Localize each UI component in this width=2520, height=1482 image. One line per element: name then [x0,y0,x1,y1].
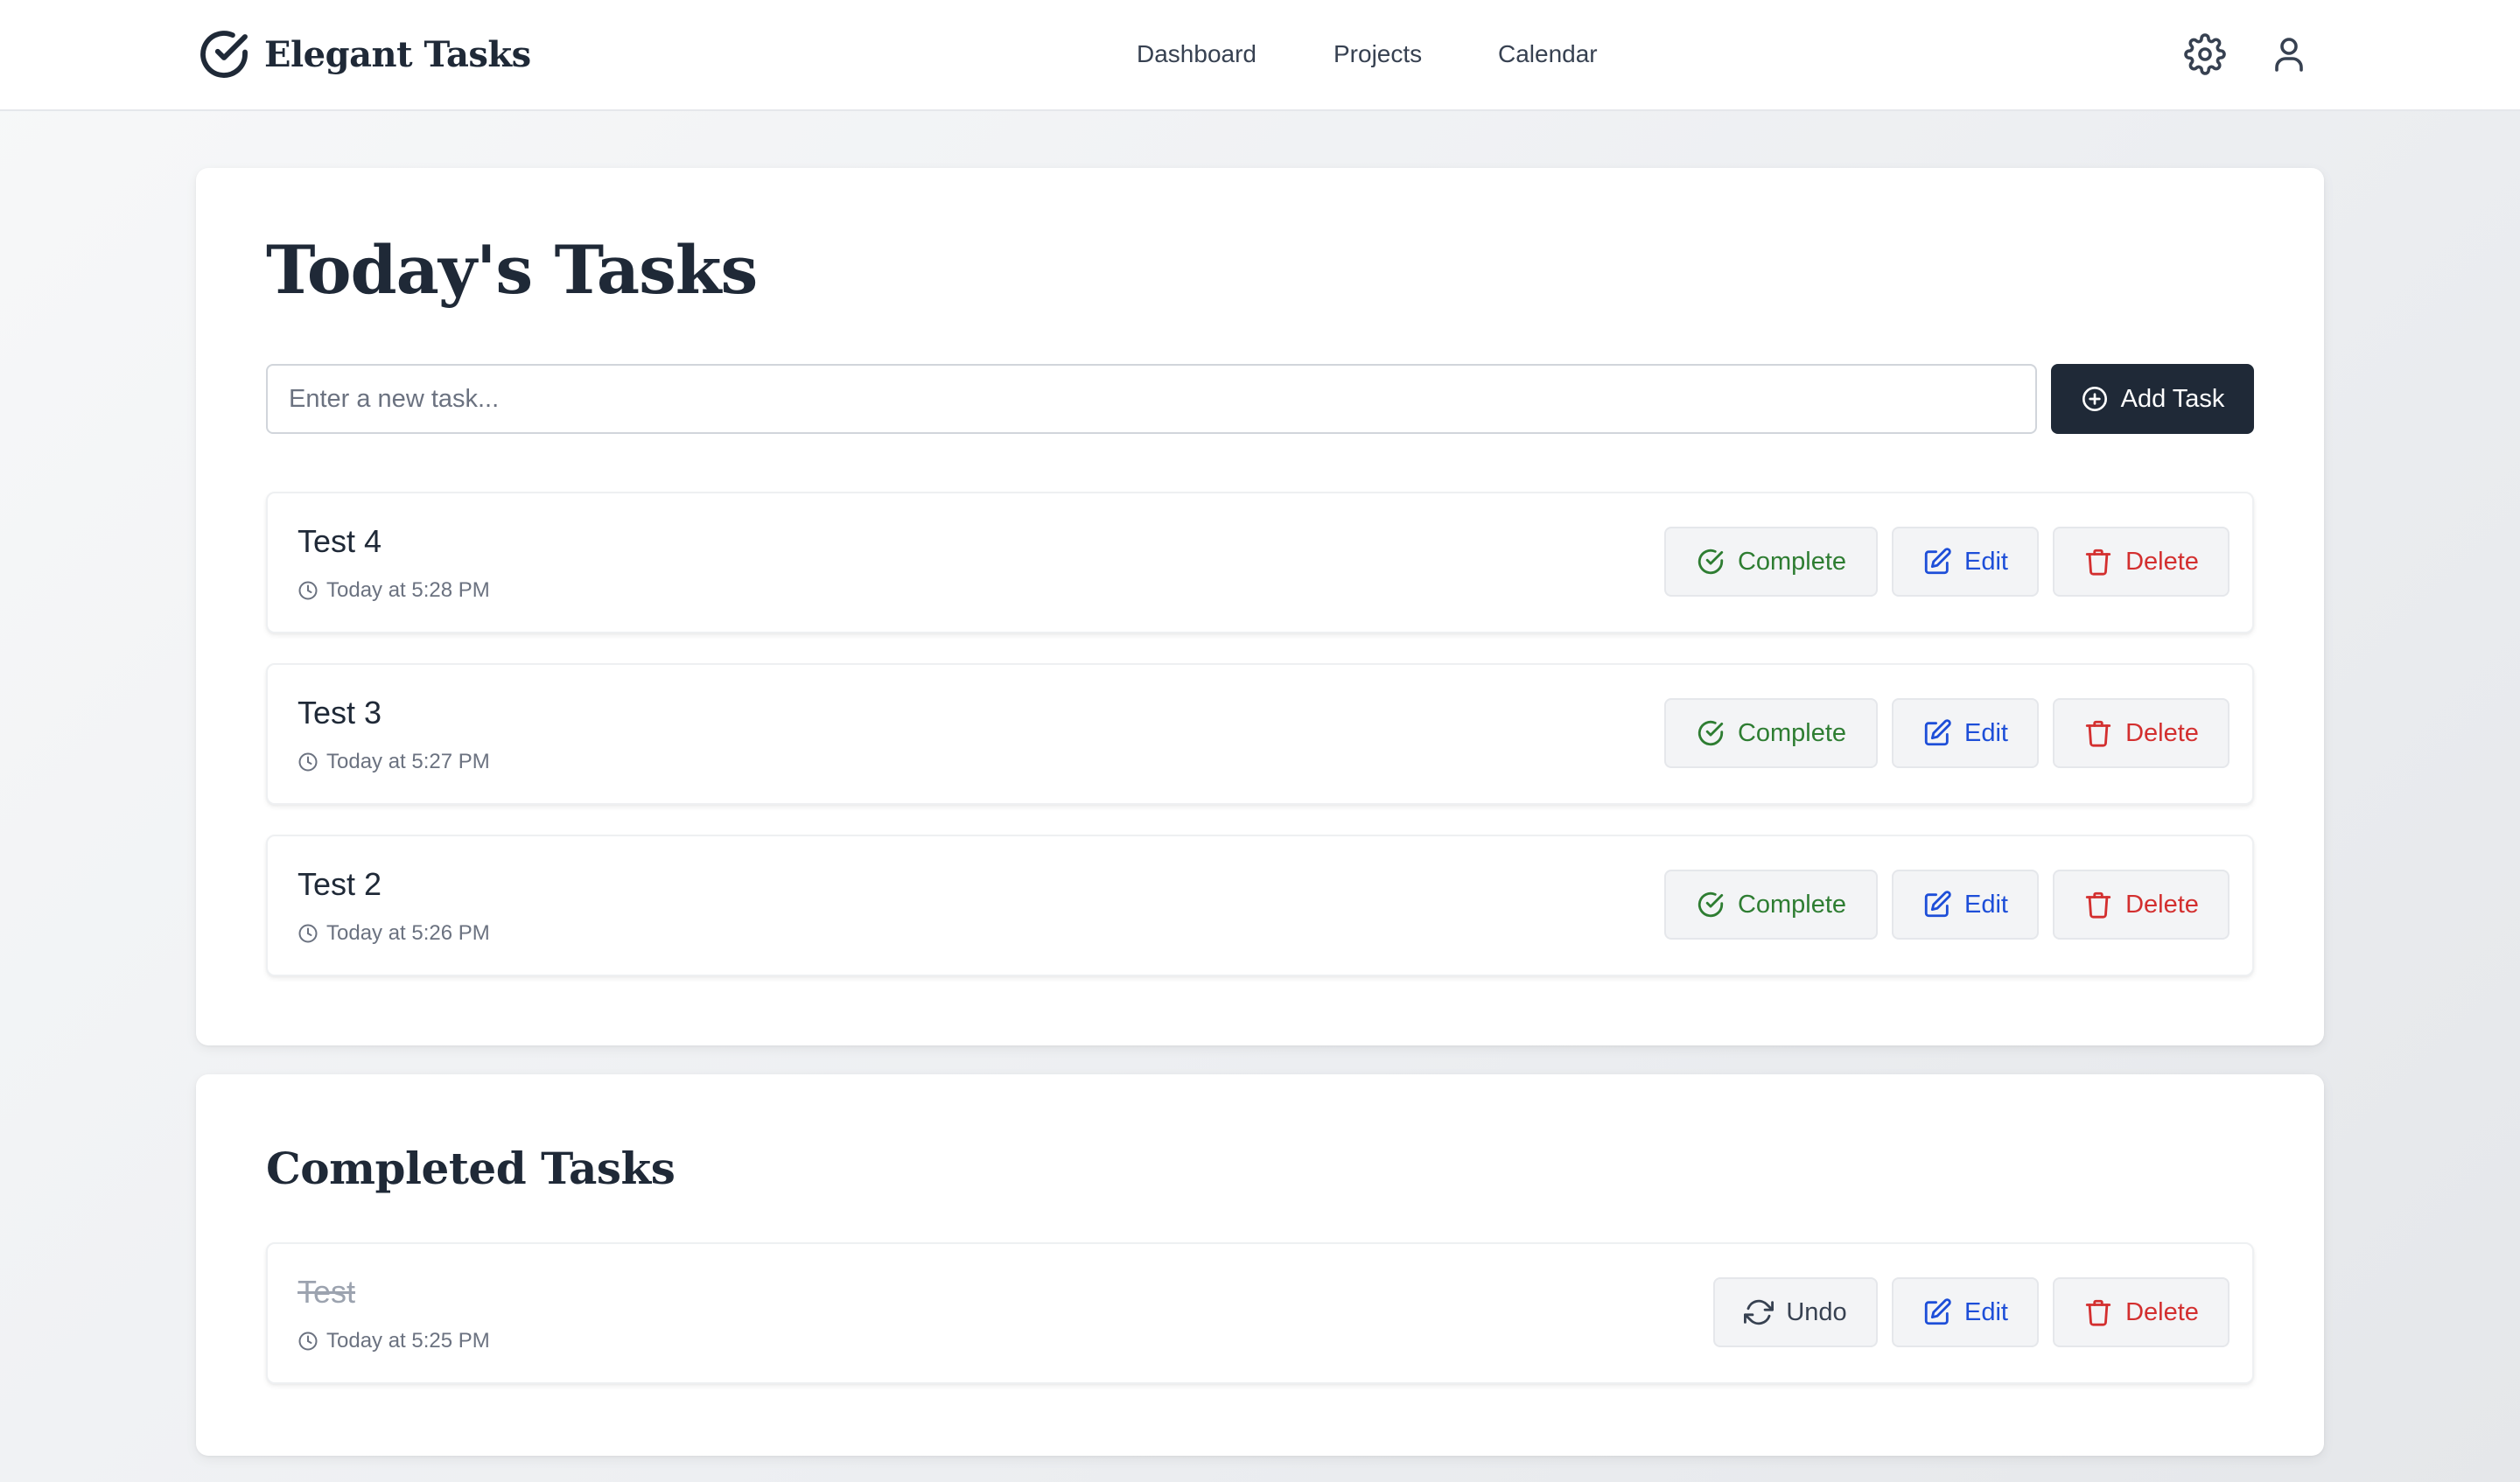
complete-button[interactable]: Complete [1664,698,1878,768]
add-task-button[interactable]: Add Task [2051,364,2254,434]
completed-tasks-card: Completed Tasks Test Today at 5:25 PM Un… [196,1074,2324,1456]
todays-tasks-card: Today's Tasks Add Task Test 4 Today at 5… [196,168,2324,1045]
delete-button[interactable]: Delete [2053,698,2230,768]
complete-label: Complete [1737,547,1847,576]
top-header: Elegant Tasks Dashboard Projects Calenda… [0,0,2520,111]
task-item: Test 3 Today at 5:27 PM Complete Edit De… [266,663,2254,805]
plus-circle-icon [2082,387,2107,411]
refresh-icon [1744,1299,1774,1325]
task-time-text: Today at 5:25 PM [326,1329,490,1353]
edit-button[interactable]: Edit [1892,527,2039,597]
nav-projects[interactable]: Projects [1334,35,1422,73]
check-circle-icon [1698,549,1724,575]
check-circle-icon [1698,891,1724,918]
delete-label: Delete [2125,718,2199,747]
edit-icon [1924,548,1951,575]
clock-icon [298,752,318,772]
edit-button[interactable]: Edit [1892,870,2039,940]
check-circle-icon [1698,720,1724,746]
completed-task-item: Test Today at 5:25 PM Undo Edit Delete [266,1242,2254,1384]
nav-calendar[interactable]: Calendar [1498,35,1598,73]
nav-dashboard[interactable]: Dashboard [1137,35,1256,73]
task-timestamp: Today at 5:28 PM [298,577,490,604]
clock-icon [298,581,318,600]
task-title: Test [298,1274,356,1310]
task-title: Test 2 [298,866,382,902]
delete-label: Delete [2125,1297,2199,1326]
edit-label: Edit [1964,890,2008,919]
task-timestamp: Today at 5:27 PM [298,749,490,775]
trash-icon [2085,1299,2111,1326]
task-time-text: Today at 5:27 PM [326,750,490,773]
trash-icon [2085,891,2111,919]
complete-label: Complete [1737,890,1847,919]
user-icon [2275,38,2303,72]
trash-icon [2085,720,2111,747]
edit-icon [1924,891,1951,918]
complete-button[interactable]: Complete [1664,527,1878,597]
task-timestamp: Today at 5:25 PM [298,1328,490,1354]
complete-button[interactable]: Complete [1664,870,1878,940]
undo-button[interactable]: Undo [1713,1277,1878,1347]
undo-label: Undo [1786,1297,1847,1326]
edit-button[interactable]: Edit [1892,1277,2039,1347]
clock-icon [298,924,318,943]
task-title: Test 4 [298,523,382,559]
complete-label: Complete [1737,718,1847,747]
gear-icon [2184,33,2226,75]
completed-section-title: Completed Tasks [266,1143,676,1194]
delete-button[interactable]: Delete [2053,870,2230,940]
delete-label: Delete [2125,547,2199,576]
settings-button[interactable] [2184,33,2226,75]
main-nav: Dashboard Projects Calendar [0,35,2520,73]
clock-icon [298,1332,318,1351]
delete-label: Delete [2125,890,2199,919]
trash-icon [2085,549,2111,576]
page-title: Today's Tasks [266,231,758,309]
edit-label: Edit [1964,718,2008,747]
delete-button[interactable]: Delete [2053,527,2230,597]
edit-label: Edit [1964,1297,2008,1326]
edit-label: Edit [1964,547,2008,576]
edit-icon [1924,1298,1951,1325]
task-title: Test 3 [298,695,382,731]
add-task-label: Add Task [2120,384,2225,413]
task-item: Test 2 Today at 5:26 PM Complete Edit De… [266,835,2254,976]
task-time-text: Today at 5:26 PM [326,921,490,945]
task-item: Test 4 Today at 5:28 PM Complete Edit De… [266,492,2254,633]
edit-icon [1924,719,1951,746]
task-timestamp: Today at 5:26 PM [298,920,490,947]
profile-button[interactable] [2268,33,2310,75]
task-time-text: Today at 5:28 PM [326,578,490,602]
delete-button[interactable]: Delete [2053,1277,2230,1347]
edit-button[interactable]: Edit [1892,698,2039,768]
new-task-input[interactable] [266,364,2037,434]
